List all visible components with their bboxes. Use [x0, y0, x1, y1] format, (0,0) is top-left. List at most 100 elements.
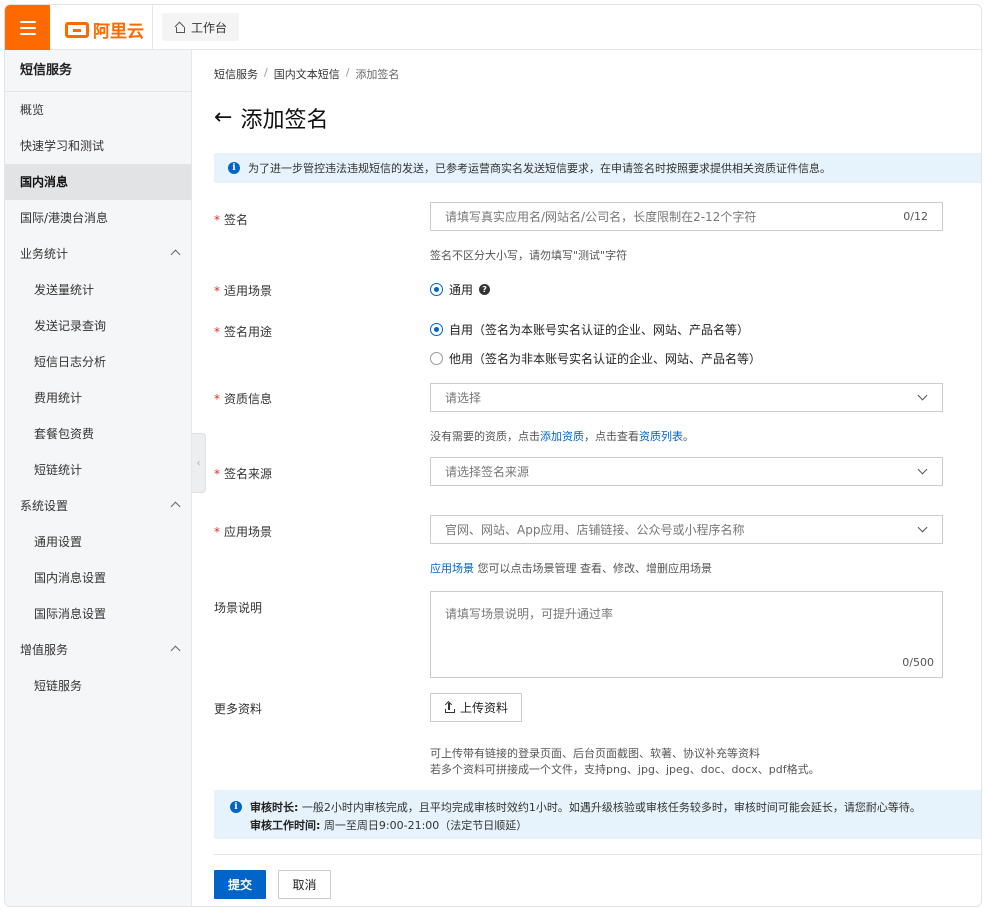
- header-divider: [152, 5, 153, 50]
- source-select[interactable]: 请选择签名来源: [430, 457, 943, 486]
- app-scene-select[interactable]: 官网、网站、App应用、店铺链接、公众号或小程序名称: [430, 515, 943, 544]
- purpose-label-text: 签名用途: [224, 325, 273, 339]
- qualification-label: * 资质信息: [214, 390, 272, 407]
- chevron-up-icon: [170, 249, 181, 260]
- audit-hours-label: 审核工作时间:: [250, 819, 321, 832]
- more-materials-label: 更多资料: [214, 702, 263, 716]
- source-label: * 签名来源: [214, 465, 272, 482]
- purpose-other-label: 他用（签名为非本账号实名认证的企业、网站、产品名等）: [449, 352, 762, 366]
- qualification-list-link[interactable]: 资质列表: [639, 430, 683, 443]
- required-mark: *: [214, 325, 220, 339]
- chevron-down-icon: [917, 522, 928, 533]
- purpose-radio-self[interactable]: 自用（签名为本账号实名认证的企业、网站、产品名等）: [430, 321, 749, 338]
- signature-counter: 0/12: [903, 210, 928, 223]
- app-scene-label: * 应用场景: [214, 523, 272, 540]
- page-title: ← 添加签名: [214, 102, 328, 134]
- info-icon: i: [228, 162, 240, 174]
- sidebar-title: 短信服务: [5, 50, 191, 92]
- audit-hours-text: 周一至周日9:00-21:00（法定节日顺延）: [323, 819, 528, 832]
- audit-notice: i 审核时长: 一般2小时内审核完成，且平均完成审核时效约1小时。如遇升级核验或…: [214, 790, 981, 839]
- hint-text: 没有需要的资质，点击: [430, 430, 540, 443]
- info-icon: i: [230, 801, 242, 813]
- app-scene-hint: 应用场景 您可以点击场景管理 查看、修改、增删应用场景: [430, 560, 712, 576]
- info-notice: i 为了进一步管控违法违规短信的发送，已参考运营商实名发送短信要求，在申请签名时…: [214, 153, 981, 183]
- main-content: 短信服务 / 国内文本短信 / 添加签名 ← 添加签名 i 为了进一步管控违法违…: [193, 50, 981, 906]
- back-arrow-icon[interactable]: ←: [214, 107, 232, 129]
- sidebar-item-general-settings[interactable]: 通用设置: [5, 524, 191, 560]
- app-scene-link[interactable]: 应用场景: [430, 562, 474, 575]
- signature-input[interactable]: 请填写真实应用名/网站名/公司名，长度限制在2-12个字符 0/12: [430, 202, 943, 231]
- radio-unchecked-icon: [430, 352, 443, 365]
- sidebar-item-send-records[interactable]: 发送记录查询: [5, 308, 191, 344]
- upload-label: 上传资料: [459, 701, 508, 715]
- signature-label: * 签名: [214, 211, 248, 228]
- sidebar-group-business-stats[interactable]: 业务统计: [5, 236, 191, 272]
- sidebar-item-domestic-messages[interactable]: 国内消息: [5, 164, 191, 200]
- aliyun-logo[interactable]: 阿里云: [65, 17, 144, 42]
- scenario-radio-general[interactable]: 通用 ?: [430, 281, 491, 298]
- footer-divider: [214, 854, 981, 855]
- sidebar-group-system-settings[interactable]: 系统设置: [5, 488, 191, 524]
- required-mark: *: [214, 467, 220, 481]
- qualification-select[interactable]: 请选择: [430, 383, 943, 412]
- upload-button[interactable]: 上传资料: [430, 693, 522, 722]
- source-label-text: 签名来源: [224, 467, 273, 481]
- required-mark: *: [214, 213, 220, 227]
- breadcrumb-separator: /: [345, 66, 350, 79]
- app-window: 阿里云 工作台 短信服务 概览 快速学习和测试 国内消息 国际/港澳台消息 业务…: [4, 4, 982, 907]
- sidebar-item-short-link-service[interactable]: 短链服务: [5, 668, 191, 704]
- sidebar-item-send-volume[interactable]: 发送量统计: [5, 272, 191, 308]
- qualification-hint: 没有需要的资质，点击添加资质，点击查看资质列表。: [430, 428, 694, 444]
- scenario-label: * 适用场景: [214, 282, 272, 299]
- scenario-option-label: 通用: [449, 283, 474, 297]
- hint-text: ，点击查看: [584, 430, 639, 443]
- breadcrumb-item[interactable]: 国内文本短信: [274, 66, 340, 82]
- notice-text: 为了进一步管控违法违规短信的发送，已参考运营商实名发送短信要求，在申请签名时按照…: [248, 162, 831, 175]
- qualification-label-text: 资质信息: [224, 392, 273, 406]
- signature-hint: 签名不区分大小写，请勿填写"测试"字符: [430, 249, 628, 262]
- sidebar-group-value-added[interactable]: 增值服务: [5, 632, 191, 668]
- add-qualification-link[interactable]: 添加资质: [540, 430, 584, 443]
- purpose-radio-other[interactable]: 他用（签名为非本账号实名认证的企业、网站、产品名等）: [430, 350, 761, 367]
- scene-desc-placeholder: 请填写场景说明，可提升通过率: [445, 607, 614, 621]
- help-icon[interactable]: ?: [479, 284, 491, 295]
- qualification-placeholder: 请选择: [445, 391, 482, 405]
- breadcrumb-current: 添加签名: [355, 68, 400, 81]
- app-scene-hint-text: 您可以点击场景管理 查看、修改、增删应用场景: [477, 562, 713, 575]
- submit-button[interactable]: 提交: [214, 870, 266, 899]
- audit-hours-line: 审核工作时间: 周一至周日9:00-21:00（法定节日顺延）: [230, 817, 981, 835]
- logo-text: 阿里云: [93, 22, 144, 42]
- breadcrumb-item[interactable]: 短信服务: [214, 66, 258, 82]
- workbench-button[interactable]: 工作台: [162, 13, 240, 41]
- sidebar-item-cost-stats[interactable]: 费用统计: [5, 380, 191, 416]
- scenario-label-text: 适用场景: [224, 284, 273, 298]
- chevron-up-icon: [170, 645, 181, 656]
- cancel-button[interactable]: 取消: [278, 870, 331, 899]
- sidebar-item-international-messages[interactable]: 国际/港澳台消息: [5, 200, 191, 236]
- top-bar: 阿里云 工作台: [5, 5, 981, 50]
- app-scene-label-text: 应用场景: [224, 525, 273, 539]
- hint-text: 。: [683, 430, 694, 443]
- sidebar: 短信服务 概览 快速学习和测试 国内消息 国际/港澳台消息 业务统计 发送量统计…: [5, 50, 192, 906]
- sidebar-item-package-pricing[interactable]: 套餐包资费: [5, 416, 191, 452]
- scene-desc-textarea[interactable]: 请填写场景说明，可提升通过率 0/500: [430, 591, 943, 678]
- upload-icon: [444, 700, 455, 713]
- breadcrumb-separator: /: [264, 66, 268, 79]
- upload-hint-line2: 若多个资料可拼接成一个文件，支持png、jpg、jpeg、doc、docx、pd…: [430, 763, 820, 776]
- purpose-self-label: 自用（签名为本账号实名认证的企业、网站、产品名等）: [449, 323, 750, 337]
- sidebar-item-log-analysis[interactable]: 短信日志分析: [5, 344, 191, 380]
- breadcrumb: 短信服务 / 国内文本短信 / 添加签名: [214, 66, 399, 82]
- audit-time-text: 一般2小时内审核完成，且平均完成审核时效约1小时。如遇升级核验或审核任务较多时，…: [301, 801, 921, 814]
- sidebar-item-short-link-stats[interactable]: 短链统计: [5, 452, 191, 488]
- purpose-label: * 签名用途: [214, 323, 272, 340]
- home-icon: [174, 22, 185, 33]
- sidebar-group-label: 业务统计: [20, 247, 69, 261]
- page-title-text: 添加签名: [240, 108, 329, 133]
- sidebar-item-overview[interactable]: 概览: [5, 92, 191, 128]
- sidebar-item-international-settings[interactable]: 国际消息设置: [5, 596, 191, 632]
- hamburger-menu-icon[interactable]: [5, 5, 50, 50]
- sidebar-item-quick-start[interactable]: 快速学习和测试: [5, 128, 191, 164]
- sidebar-item-domestic-settings[interactable]: 国内消息设置: [5, 560, 191, 596]
- radio-checked-icon: [430, 323, 443, 336]
- chevron-up-icon: [170, 501, 181, 512]
